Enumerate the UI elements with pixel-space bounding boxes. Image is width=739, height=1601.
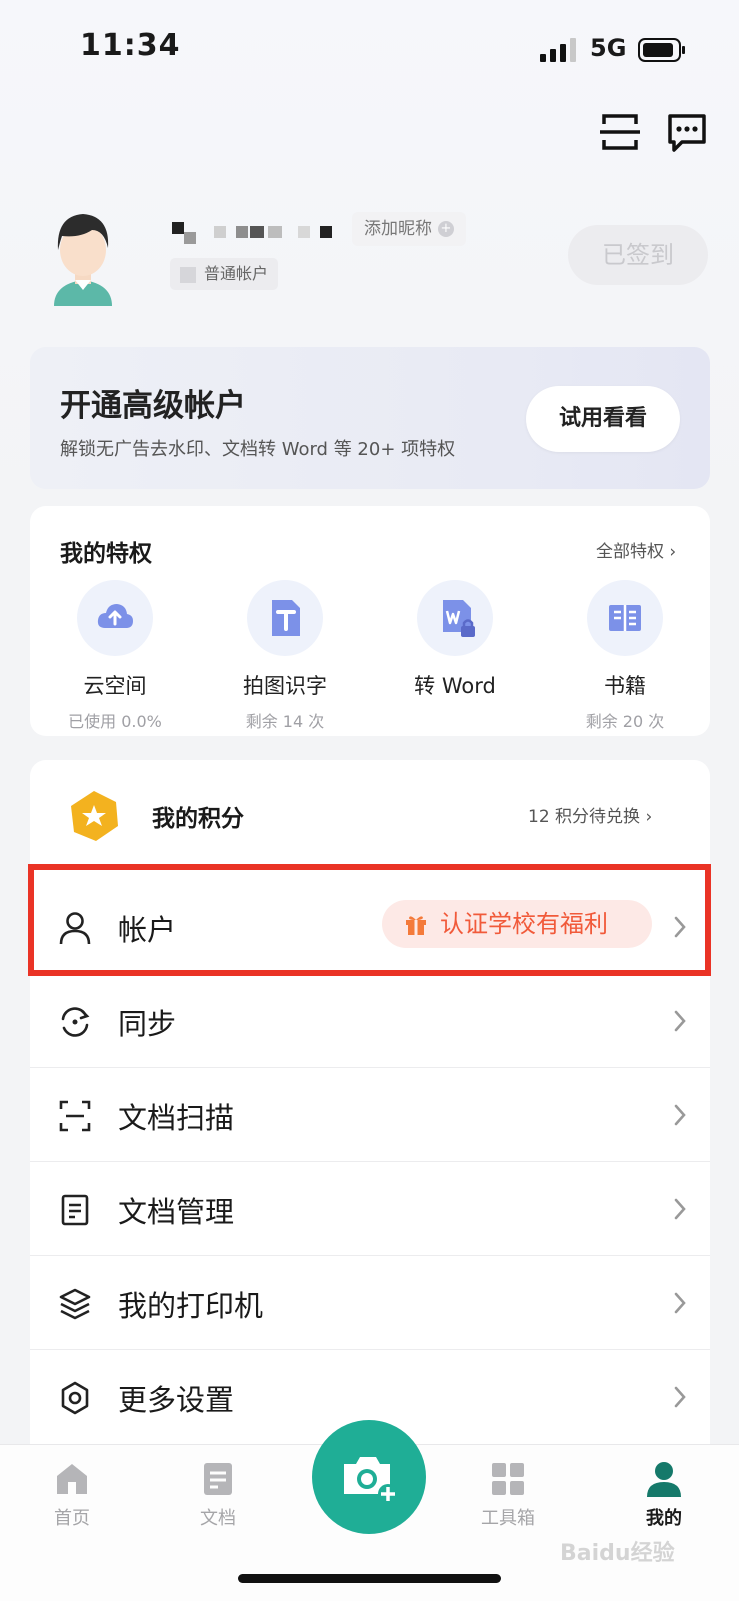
nav-label: 首页 [54, 1508, 90, 1529]
menu-item-label: 文档管理 [118, 1195, 235, 1229]
scan-icon [59, 1100, 91, 1132]
nav-label: 文档 [200, 1508, 236, 1529]
nav-mine[interactable]: 我的 [624, 1460, 704, 1530]
privilege-label: 拍图识字 [243, 674, 327, 698]
message-icon[interactable] [666, 112, 708, 154]
status-time: 11:34 [80, 28, 181, 63]
privileges-title: 我的特权 [60, 541, 152, 567]
menu-item-label: 更多设置 [118, 1383, 235, 1417]
privilege-label: 转 Word [414, 674, 496, 698]
nav-label: 我的 [646, 1508, 682, 1529]
nav-documents[interactable]: 文档 [178, 1460, 258, 1530]
word-lock-icon [417, 580, 493, 656]
menu-item-printer[interactable]: 我的打印机 [30, 1256, 710, 1350]
scan-icon[interactable] [600, 112, 640, 152]
signal-icon [540, 38, 576, 62]
menu-item-document-scan[interactable]: 文档扫描 [30, 1068, 710, 1162]
privilege-item-word[interactable]: 转 Word [380, 580, 530, 708]
avatar[interactable] [52, 208, 114, 306]
privilege-item-ocr[interactable]: 拍图识字 剩余 14 次 [210, 580, 360, 732]
chevron-right-icon [674, 1198, 686, 1220]
document-icon [204, 1463, 232, 1495]
add-nickname-button[interactable]: 添加昵称 + [352, 212, 466, 246]
highlight-annotation-box [28, 864, 711, 976]
privilege-sub: 剩余 14 次 [245, 712, 325, 731]
privilege-sub: 剩余 20 次 [585, 712, 665, 731]
privilege-sub: 已使用 0.0% [68, 712, 162, 731]
account-type-label: 普通帐户 [204, 264, 269, 283]
cloud-upload-icon [77, 580, 153, 656]
premium-title: 开通高级帐户 [60, 388, 246, 424]
privilege-item-cloud[interactable]: 云空间 已使用 0.0% [40, 580, 190, 732]
menu-item-sync[interactable]: 同步 [30, 974, 710, 1068]
points-redeem-link[interactable]: 12 积分待兑换 › [528, 802, 652, 827]
nav-home[interactable]: 首页 [32, 1460, 112, 1530]
person-icon [647, 1462, 681, 1497]
points-label[interactable]: 我的积分 [152, 799, 244, 833]
premium-description: 解锁无广告去水印、文档转 Word 等 20+ 项特权 [60, 439, 456, 460]
network-label: 5G [590, 34, 627, 62]
battery-icon [638, 38, 685, 62]
trial-button[interactable]: 试用看看 [526, 386, 680, 452]
book-icon [587, 580, 663, 656]
menu-item-label: 文档扫描 [118, 1101, 235, 1135]
document-icon [61, 1194, 89, 1226]
text-recognition-icon [247, 580, 323, 656]
chevron-right-icon [674, 1386, 686, 1408]
camera-button[interactable] [312, 1420, 426, 1534]
sync-icon [61, 1007, 90, 1037]
account-badge-icon [180, 266, 196, 283]
home-indicator[interactable] [238, 1574, 501, 1583]
username-obscured [172, 222, 332, 244]
privilege-item-books[interactable]: 书籍 剩余 20 次 [550, 580, 700, 732]
chevron-right-icon [674, 1104, 686, 1126]
layers-icon [59, 1288, 91, 1320]
home-icon [57, 1464, 87, 1494]
all-privileges-link[interactable]: 全部特权 › [596, 537, 676, 562]
chevron-right-icon [674, 1010, 686, 1032]
grid-icon [492, 1463, 524, 1495]
watermark: Baidu经验 [560, 1541, 675, 1566]
checkin-button[interactable]: 已签到 [568, 225, 708, 285]
account-type-badge: 普通帐户 [170, 258, 279, 290]
privilege-label: 书籍 [604, 674, 646, 698]
menu-item-label: 同步 [118, 1007, 177, 1041]
nav-toolbox[interactable]: 工具箱 [468, 1460, 548, 1530]
chevron-right-icon [674, 1292, 686, 1314]
nav-label: 工具箱 [481, 1508, 535, 1529]
camera-plus-icon [344, 1457, 398, 1504]
points-star-icon [71, 791, 118, 841]
privilege-label: 云空间 [83, 674, 147, 698]
settings-icon [61, 1381, 89, 1415]
add-nickname-label: 添加昵称 [364, 219, 432, 239]
plus-icon: + [438, 221, 454, 237]
menu-item-document-management[interactable]: 文档管理 [30, 1162, 710, 1256]
menu-item-label: 我的打印机 [118, 1289, 264, 1323]
